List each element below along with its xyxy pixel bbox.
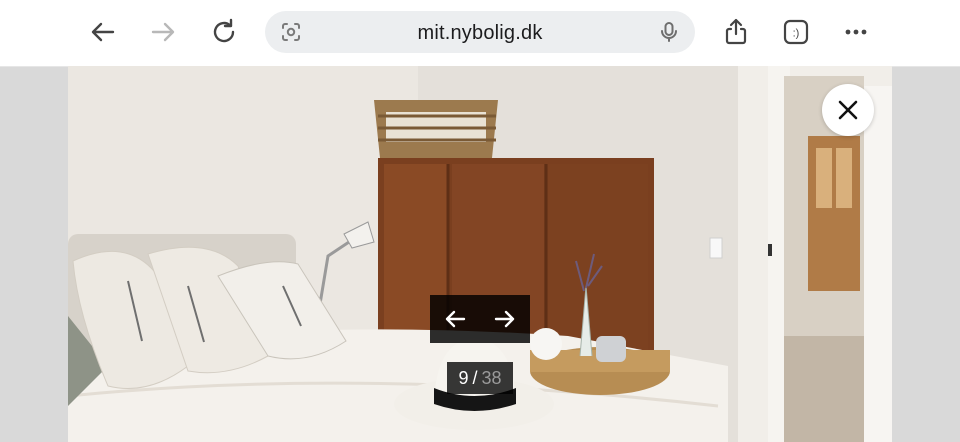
arrow-right-icon: [151, 22, 175, 42]
tabs-button[interactable]: :): [778, 14, 814, 50]
gallery-navigation: [430, 295, 530, 343]
reload-button[interactable]: [206, 14, 242, 50]
tabs-glyph: :): [793, 28, 800, 40]
previous-photo-button[interactable]: [430, 295, 480, 343]
forward-button[interactable]: [145, 14, 181, 50]
microphone-icon: [661, 22, 677, 42]
counter-separator: /: [472, 367, 478, 388]
next-photo-button[interactable]: [480, 295, 530, 343]
address-bar[interactable]: mit.nybolig.dk: [265, 11, 695, 53]
total-photo-count: 38: [481, 367, 502, 388]
share-button[interactable]: [718, 14, 754, 50]
browser-toolbar: mit.nybolig.dk :): [0, 0, 960, 67]
close-gallery-button[interactable]: [822, 84, 874, 136]
close-icon: [838, 100, 858, 120]
url-text[interactable]: mit.nybolig.dk: [265, 22, 695, 45]
microphone-button[interactable]: [651, 14, 687, 50]
more-dots-icon: [845, 29, 867, 35]
photo-counter: 9 / 38: [447, 362, 513, 394]
reload-icon: [213, 18, 235, 43]
arrow-left-icon: [445, 310, 466, 328]
current-photo-number: 9: [458, 367, 469, 388]
arrow-left-icon: [91, 22, 115, 42]
arrow-right-icon: [494, 310, 515, 328]
share-icon: [725, 18, 747, 45]
more-menu-button[interactable]: [838, 14, 874, 50]
back-button[interactable]: [85, 14, 121, 50]
tabs-smiley-icon: :): [783, 19, 809, 45]
